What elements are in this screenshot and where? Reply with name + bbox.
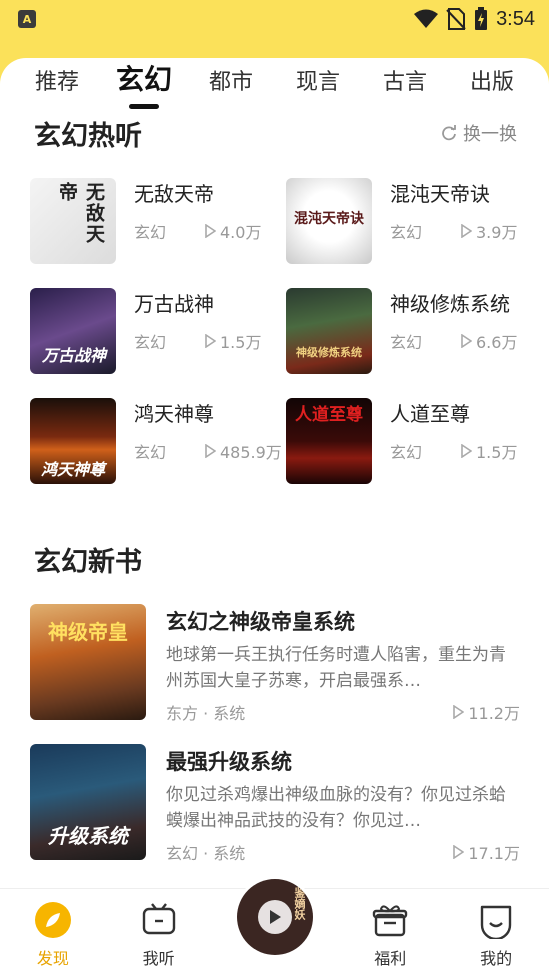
play-count: 4.0万 <box>220 223 262 242</box>
play-count-icon <box>461 334 472 348</box>
cover-title: 神级帝皇 <box>48 620 128 644</box>
nav-listening[interactable]: 我听 <box>119 889 199 969</box>
battery-charging-icon <box>475 7 488 30</box>
cover-title: 升级系统 <box>48 824 128 848</box>
new-book-list: 神级帝皇 玄幻之神级帝皇系统 地球第一兵王执行任务时遭人陷害，重生为青州苏国大皇… <box>30 604 520 884</box>
refresh-button[interactable]: 换一换 <box>441 120 517 146</box>
new-book-item[interactable]: 升级系统 最强升级系统 你见过杀鸡爆出神级血脉的没有？你见过杀蛤蟆爆出神品武技的… <box>30 744 520 884</box>
book-title: 鸿天神尊 <box>134 402 214 426</box>
compass-icon <box>34 902 71 938</box>
play-count: 11.2万 <box>468 704 520 723</box>
play-count-icon <box>205 334 216 348</box>
book-genre: 玄幻 <box>390 333 423 352</box>
cover-title: 人道至尊 <box>295 405 363 425</box>
nav-label: 我听 <box>142 949 175 968</box>
book-title: 神级修炼系统 <box>390 292 510 316</box>
no-sim-icon <box>446 8 466 30</box>
play-count-icon <box>205 224 216 238</box>
tv-icon <box>142 903 175 935</box>
cover-title: 混沌天帝诀 <box>294 211 364 227</box>
refresh-label: 换一换 <box>463 124 517 145</box>
new-section-title: 玄幻新书 <box>34 547 142 578</box>
play-count: 1.5万 <box>220 333 262 352</box>
book-cover: 神级帝皇 <box>30 604 146 720</box>
hot-book-item[interactable]: 鸿天神尊 鸿天神尊 玄幻 485.9万 <box>30 398 286 484</box>
book-tags: 玄幻 · 系统 <box>166 844 246 863</box>
status-bar: A 3:54 <box>0 0 549 38</box>
play-count-icon <box>461 224 472 238</box>
nav-label: 发现 <box>36 949 69 968</box>
smile-icon <box>480 905 512 939</box>
tab-recommend[interactable]: 推荐 <box>14 58 100 108</box>
play-count: 17.1万 <box>468 844 520 863</box>
status-time: 3:54 <box>496 7 535 30</box>
book-title: 无敌天帝 <box>134 182 214 206</box>
book-cover: 万古战神 <box>30 288 116 374</box>
wifi-icon <box>414 9 439 28</box>
play-count: 485.9万 <box>220 443 282 462</box>
book-title: 人道至尊 <box>390 402 470 426</box>
hot-book-item[interactable]: 混沌天帝诀 混沌天帝诀 玄幻 3.9万 <box>286 178 530 264</box>
book-cover: 升级系统 <box>30 744 146 860</box>
book-genre: 玄幻 <box>390 223 423 242</box>
book-cover: 无敌天帝 <box>30 178 116 264</box>
tab-urban[interactable]: 都市 <box>188 58 274 108</box>
play-button[interactable] <box>258 900 292 934</box>
book-description: 你见过杀鸡爆出神级血脉的没有？你见过杀蛤蟆爆出神品武技的没有？你见过… <box>166 785 506 831</box>
cover-title: 神级修炼系统 <box>296 346 362 359</box>
book-title: 万古战神 <box>134 292 214 316</box>
book-title: 玄幻之神级帝皇系统 <box>166 610 355 634</box>
nav-discover[interactable]: 发现 <box>13 889 93 969</box>
hot-section-title: 玄幻热听 <box>34 121 142 152</box>
hot-book-item[interactable]: 人道至尊 人道至尊 玄幻 1.5万 <box>286 398 530 484</box>
nav-profile[interactable]: 我的 <box>456 889 536 969</box>
play-count: 6.6万 <box>476 333 518 352</box>
book-cover: 人道至尊 <box>286 398 372 484</box>
book-genre: 玄幻 <box>134 443 167 462</box>
category-tabs: 推荐 玄幻 都市 现言 古言 出版 <box>0 58 549 109</box>
hot-book-item[interactable]: 无敌天帝 无敌天帝 玄幻 4.0万 <box>30 178 286 264</box>
refresh-icon <box>442 125 456 141</box>
play-count-icon <box>453 845 465 859</box>
cover-title: 万古战神 <box>41 346 106 365</box>
cover-title: 鸿天神尊 <box>40 460 105 479</box>
play-count: 3.9万 <box>476 223 518 242</box>
book-tags: 东方 · 系统 <box>166 704 246 723</box>
play-count: 1.5万 <box>476 443 518 462</box>
book-genre: 玄幻 <box>134 223 167 242</box>
hot-grid: 无敌天帝 无敌天帝 玄幻 4.0万 混沌天帝诀 混沌天帝诀 玄幻 3.9万 万古… <box>30 178 530 484</box>
hot-book-item[interactable]: 神级修炼系统 神级修炼系统 玄幻 6.6万 <box>286 288 530 374</box>
new-book-item[interactable]: 神级帝皇 玄幻之神级帝皇系统 地球第一兵王执行任务时遭人陷害，重生为青州苏国大皇… <box>30 604 520 744</box>
play-count-icon <box>461 444 472 458</box>
player-cover: 鉴嫡妖 <box>237 879 313 955</box>
nav-label: 福利 <box>374 949 407 968</box>
book-title: 最强升级系统 <box>166 750 292 774</box>
nav-benefits[interactable]: 福利 <box>350 889 430 969</box>
book-cover: 神级修炼系统 <box>286 288 372 374</box>
hot-book-item[interactable]: 万古战神 万古战神 玄幻 1.5万 <box>30 288 286 374</box>
tab-fantasy[interactable]: 玄幻 <box>101 58 187 109</box>
mini-player[interactable]: 鉴嫡妖 <box>234 876 316 958</box>
book-cover: 鸿天神尊 <box>30 398 116 484</box>
nav-label: 我的 <box>480 949 513 968</box>
app-notification-icon: A <box>18 10 36 28</box>
play-count-icon <box>453 705 465 719</box>
play-count-icon <box>205 444 216 458</box>
cover-title: 无敌天帝 <box>56 182 105 245</box>
book-genre: 玄幻 <box>134 333 167 352</box>
book-description: 地球第一兵王执行任务时遭人陷害，重生为青州苏国大皇子苏寒，开启最强系… <box>166 645 506 691</box>
gift-icon <box>373 905 408 937</box>
book-title: 混沌天帝诀 <box>390 182 490 206</box>
play-icon <box>270 910 281 924</box>
book-cover: 混沌天帝诀 <box>286 178 372 264</box>
player-cover-title: 鉴嫡妖 <box>293 887 306 920</box>
tab-modern-romance[interactable]: 现言 <box>275 58 361 108</box>
tab-ancient-romance[interactable]: 古言 <box>362 58 448 108</box>
tab-published[interactable]: 出版 <box>449 58 535 108</box>
book-genre: 玄幻 <box>390 443 423 462</box>
